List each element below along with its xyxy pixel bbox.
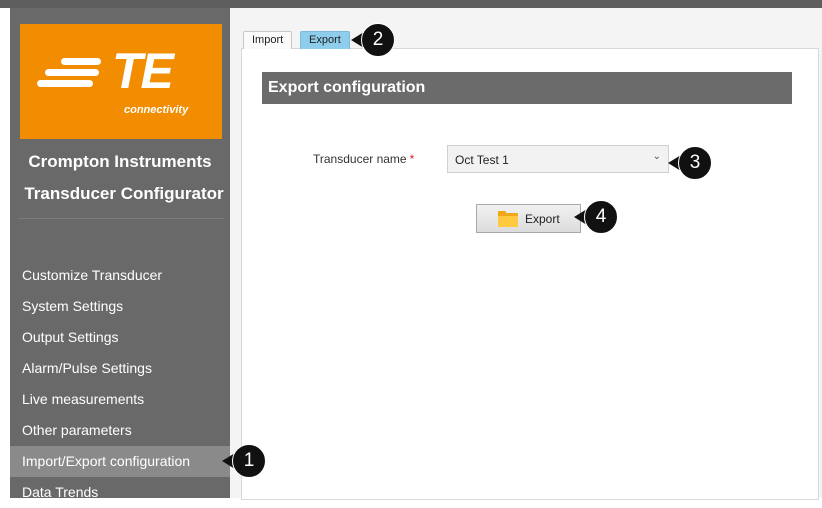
callout-4: 4	[574, 200, 618, 234]
sidebar: TE connectivity Crompton Instruments Tra…	[10, 8, 230, 500]
sidebar-item-other-parameters[interactable]: Other parameters	[10, 415, 230, 446]
te-logo-mark-icon	[37, 54, 103, 94]
callout-number: 4	[584, 200, 618, 234]
callout-1: 1	[222, 444, 266, 478]
sidebar-item-output-settings[interactable]: Output Settings	[10, 322, 230, 353]
callout-number: 1	[232, 444, 266, 478]
tab-import[interactable]: Import	[243, 31, 293, 49]
logo-text: TE	[112, 43, 174, 99]
callout-number: 2	[361, 23, 395, 57]
section-title: Export configuration	[262, 72, 792, 104]
export-button-label: Export	[525, 212, 560, 226]
transducer-name-label: Transducer name *	[313, 152, 414, 166]
sidebar-divider	[18, 218, 224, 219]
transducer-name-select[interactable]: Oct Test 1 ⌄	[447, 145, 669, 173]
sidebar-item-system-settings[interactable]: System Settings	[10, 291, 230, 322]
top-bar	[0, 0, 822, 8]
app-title: Crompton Instruments	[28, 152, 212, 171]
export-button[interactable]: Export	[476, 204, 581, 233]
sidebar-item-customize-transducer[interactable]: Customize Transducer	[10, 260, 230, 291]
logo-subtext: connectivity	[124, 104, 189, 116]
callout-3: 3	[668, 146, 712, 180]
transducer-name-label-text: Transducer name	[313, 152, 407, 166]
tab-export[interactable]: Export	[300, 31, 350, 49]
callout-number: 3	[678, 146, 712, 180]
sidebar-item-data-trends[interactable]: Data Trends	[10, 477, 230, 508]
folder-icon	[498, 211, 518, 227]
sidebar-nav: Customize Transducer System Settings Out…	[10, 260, 230, 508]
transducer-name-value: Oct Test 1	[455, 153, 509, 167]
sidebar-item-live-measurements[interactable]: Live measurements	[10, 384, 230, 415]
te-logo: TE connectivity	[20, 24, 222, 139]
chevron-down-icon: ⌄	[652, 151, 661, 162]
content-panel	[241, 48, 819, 500]
required-marker: *	[409, 152, 415, 166]
sidebar-item-import-export[interactable]: Import/Export configuration	[10, 446, 230, 477]
callout-2: 2	[351, 23, 395, 57]
app-subtitle: Transducer Configurator	[24, 184, 224, 203]
sidebar-item-alarm-pulse-settings[interactable]: Alarm/Pulse Settings	[10, 353, 230, 384]
